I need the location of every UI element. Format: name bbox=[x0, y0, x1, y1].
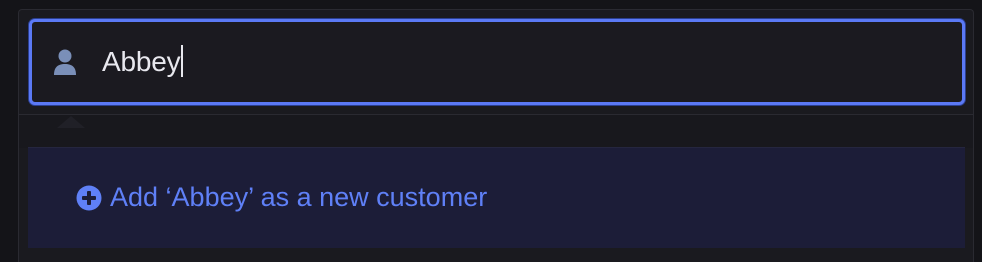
customer-search-input[interactable]: Abbey bbox=[102, 40, 922, 84]
dropdown-pointer bbox=[57, 116, 85, 128]
search-typed-value: Abbey bbox=[102, 46, 181, 77]
text-caret bbox=[181, 45, 184, 77]
search-results-dropdown: Add ‘Abbey’ as a new customer bbox=[28, 147, 965, 248]
add-new-customer-label: Add ‘Abbey’ as a new customer bbox=[110, 182, 488, 212]
person-icon bbox=[52, 48, 78, 76]
customer-search-field[interactable]: Abbey bbox=[29, 19, 965, 105]
dropdown-separator bbox=[19, 114, 973, 148]
add-new-customer-option[interactable]: Add ‘Abbey’ as a new customer bbox=[76, 182, 487, 213]
plus-circle-icon bbox=[76, 185, 102, 211]
